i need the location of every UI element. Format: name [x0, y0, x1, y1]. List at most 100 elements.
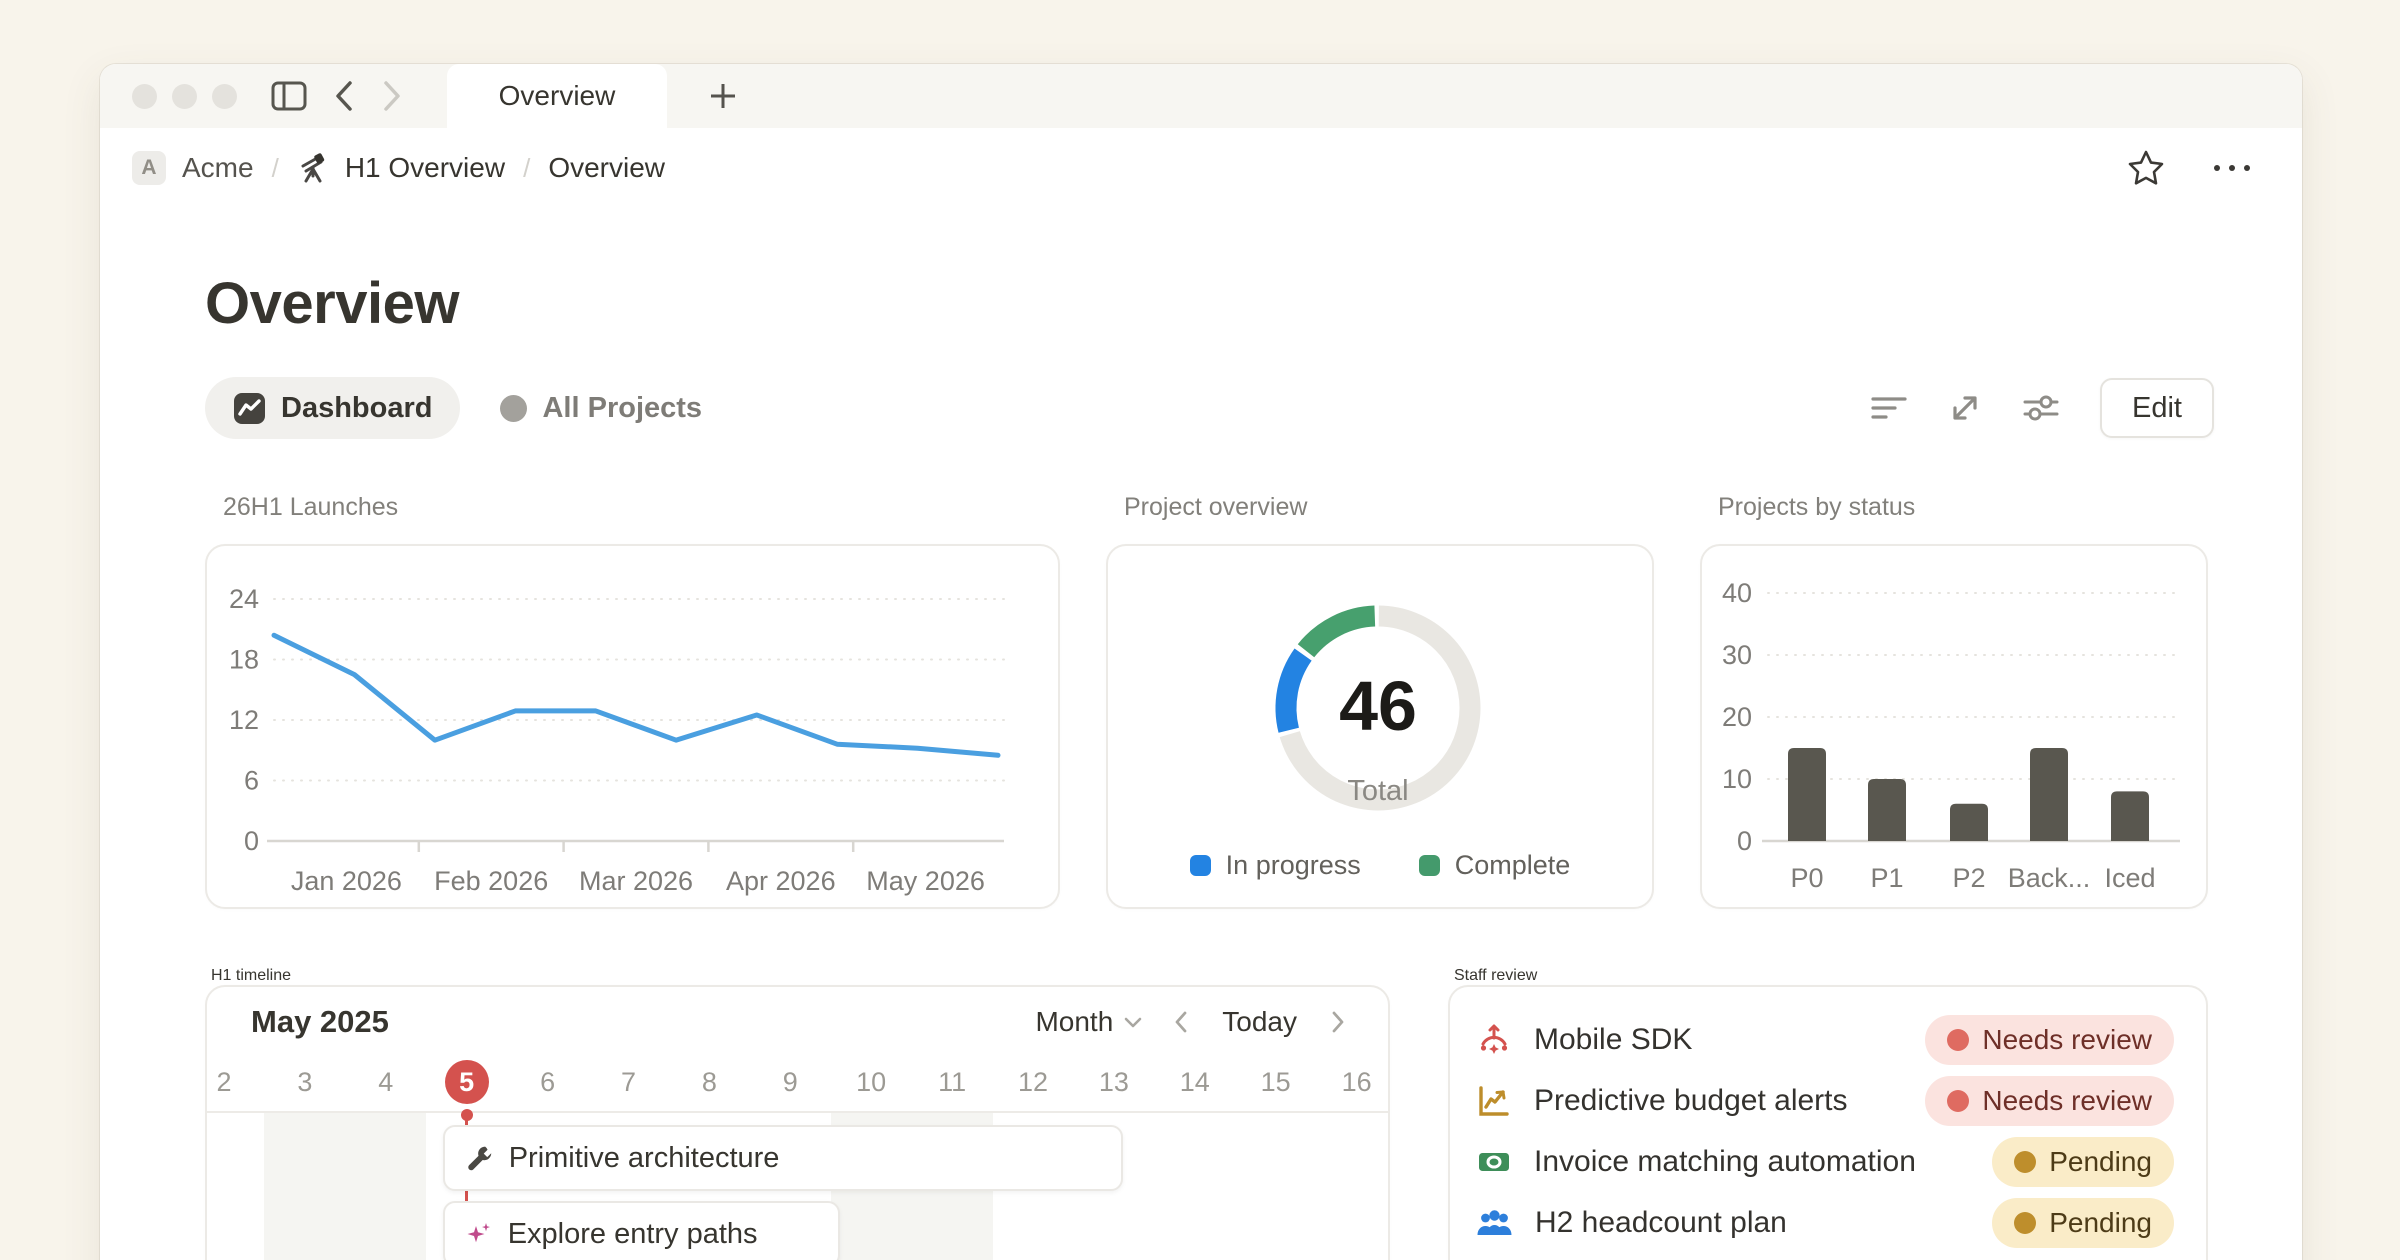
- svg-text:May 2026: May 2026: [866, 866, 985, 896]
- svg-text:40: 40: [1722, 578, 1752, 608]
- chevron-down-icon: [1123, 1016, 1143, 1029]
- edit-button[interactable]: Edit: [2100, 378, 2214, 438]
- timeline-day-9[interactable]: 9: [749, 1057, 831, 1107]
- staff-review-label: Staff review: [1454, 967, 2208, 985]
- timeline-day-8[interactable]: 8: [668, 1057, 750, 1107]
- breadcrumb-current[interactable]: Overview: [548, 152, 665, 184]
- edit-button-label: Edit: [2132, 392, 2182, 425]
- view-tab-all-projects[interactable]: All Projects: [500, 392, 702, 425]
- timeline-today-button[interactable]: Today: [1218, 1006, 1301, 1038]
- sparkle-icon: [465, 1221, 492, 1248]
- svg-text:24: 24: [229, 584, 259, 614]
- timeline-day-11[interactable]: 11: [911, 1057, 993, 1107]
- staff-row-predictive-budget-alerts[interactable]: Predictive budget alertsNeeds review: [1476, 1070, 2174, 1131]
- project-overview-column: Project overview 46Total In progressComp…: [1106, 493, 1654, 909]
- timeline-card: May 2025 Month Today 2345678910111213141…: [205, 985, 1390, 1260]
- svg-text:10: 10: [1722, 764, 1752, 794]
- legend-swatch: [1419, 855, 1440, 876]
- legend-item-complete: Complete: [1419, 850, 1571, 881]
- svg-text:30: 30: [1722, 640, 1752, 670]
- new-tab-icon[interactable]: [707, 80, 739, 112]
- timeline-day-13[interactable]: 13: [1073, 1057, 1155, 1107]
- dashboard-chart-icon: [233, 392, 266, 425]
- line-chart: 06121824Jan 2026Feb 2026Mar 2026Apr 2026…: [207, 546, 1060, 907]
- browser-tab-strip: Overview: [100, 64, 2302, 128]
- timeline-day-16[interactable]: 16: [1316, 1057, 1390, 1107]
- timeline-view-selector[interactable]: Month: [1035, 1006, 1143, 1038]
- legend-swatch: [1190, 855, 1211, 876]
- svg-text:20: 20: [1722, 702, 1752, 732]
- breadcrumb-separator: /: [521, 153, 532, 184]
- staff-row-invoice-matching-automation[interactable]: Invoice matching automationPending: [1476, 1131, 2174, 1192]
- forward-chevron-icon[interactable]: [381, 79, 403, 113]
- status-label: Needs review: [1982, 1085, 2152, 1117]
- status-dot: [2014, 1212, 2036, 1234]
- svg-text:18: 18: [229, 645, 259, 675]
- wrench-icon: [465, 1144, 493, 1172]
- svg-text:P0: P0: [1790, 863, 1823, 893]
- workspace-avatar[interactable]: A: [132, 151, 166, 185]
- staff-row-mobile-sdk[interactable]: Mobile SDKNeeds review: [1476, 1009, 2174, 1070]
- timeline-day-12[interactable]: 12: [992, 1057, 1074, 1107]
- timeline-prev-icon[interactable]: [1173, 1010, 1188, 1034]
- timeline-day-4[interactable]: 4: [345, 1057, 427, 1107]
- timeline-day-6[interactable]: 6: [507, 1057, 589, 1107]
- settings-sliders-icon[interactable]: [2022, 392, 2060, 424]
- breadcrumb-parent[interactable]: H1 Overview: [345, 152, 505, 184]
- timeline-day-14[interactable]: 14: [1154, 1057, 1236, 1107]
- view-tab-all-projects-label: All Projects: [542, 392, 702, 425]
- tab-overview[interactable]: Overview: [447, 64, 667, 128]
- banknote-icon: [1476, 1144, 1512, 1180]
- svg-text:Total: Total: [1347, 775, 1408, 807]
- launches-chart-card: 06121824Jan 2026Feb 2026Mar 2026Apr 2026…: [205, 544, 1060, 909]
- timeline-day-15[interactable]: 15: [1235, 1057, 1317, 1107]
- project-overview-card: 46 Total In progress Complete: [1106, 544, 1654, 909]
- view-tab-dashboard[interactable]: Dashboard: [205, 377, 460, 439]
- projects-by-status-column: Projects by status 010203040P0P1P2Back..…: [1700, 493, 2208, 909]
- timeline-day-5[interactable]: 5: [426, 1057, 508, 1107]
- svg-text:Apr 2026: Apr 2026: [726, 866, 836, 896]
- window-close-button[interactable]: [132, 84, 157, 109]
- breadcrumb-workspace[interactable]: Acme: [182, 152, 254, 184]
- timeline-view-label: Month: [1035, 1006, 1113, 1038]
- status-dot: [2014, 1151, 2036, 1173]
- chart-increasing-icon: [1476, 1083, 1512, 1119]
- svg-text:Jan 2026: Jan 2026: [291, 866, 402, 896]
- status-label: Pending: [2049, 1146, 2152, 1178]
- staff-row-h2-headcount-plan[interactable]: H2 headcount planPending: [1476, 1192, 2174, 1253]
- timeline-column: H1 timeline May 2025 Month Today: [205, 967, 1390, 1260]
- legend-item-in-progress: In progress: [1190, 850, 1361, 881]
- window-zoom-button[interactable]: [212, 84, 237, 109]
- svg-text:P2: P2: [1952, 863, 1985, 893]
- sidebar-toggle-icon[interactable]: [271, 80, 307, 112]
- projects-by-status-label: Projects by status: [1718, 493, 2208, 522]
- timeline-next-icon[interactable]: [1331, 1010, 1346, 1034]
- svg-text:Iced: Iced: [2104, 863, 2155, 893]
- breadcrumb: A Acme / H1 Overview / Overview: [132, 151, 665, 185]
- task-bar-explore-entry-paths[interactable]: Explore entry paths: [443, 1201, 840, 1260]
- more-options-icon[interactable]: [2214, 165, 2250, 171]
- breadcrumb-separator: /: [270, 153, 281, 184]
- timeline-day-10[interactable]: 10: [830, 1057, 912, 1107]
- staff-review-list: Mobile SDKNeeds reviewPredictive budget …: [1450, 987, 2206, 1253]
- task-bar-primitive-architecture[interactable]: Primitive architecture: [443, 1125, 1123, 1191]
- expand-icon[interactable]: [1948, 391, 1982, 425]
- svg-text:46: 46: [1339, 667, 1417, 745]
- status-badge: Needs review: [1925, 1015, 2174, 1065]
- window-controls: [100, 64, 237, 128]
- filter-icon[interactable]: [1870, 393, 1908, 423]
- projects-by-status-card: 010203040P0P1P2Back...Iced: [1700, 544, 2208, 909]
- timeline-day-2[interactable]: 2: [205, 1057, 265, 1107]
- svg-text:0: 0: [1737, 826, 1752, 856]
- donut-legend: In progress Complete: [1108, 850, 1652, 881]
- window-minimize-button[interactable]: [172, 84, 197, 109]
- timeline-day-3[interactable]: 3: [264, 1057, 346, 1107]
- task-title: Explore entry paths: [508, 1218, 758, 1251]
- launches-chart-column: 26H1 Launches 06121824Jan 2026Feb 2026Ma…: [205, 493, 1060, 909]
- svg-text:Feb 2026: Feb 2026: [434, 866, 548, 896]
- staff-item-title: H2 headcount plan: [1535, 1206, 1787, 1240]
- back-chevron-icon[interactable]: [333, 79, 355, 113]
- timeline-day-7[interactable]: 7: [588, 1057, 670, 1107]
- today-dot: [461, 1109, 473, 1121]
- favorite-star-icon[interactable]: [2126, 149, 2166, 187]
